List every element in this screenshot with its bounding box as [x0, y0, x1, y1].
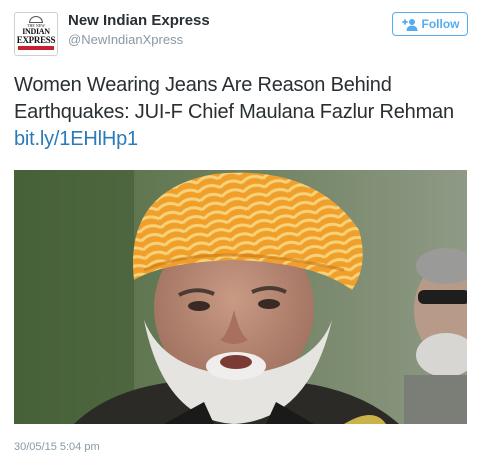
- follow-button-label: Follow: [421, 17, 460, 31]
- tweet-link[interactable]: bit.ly/1EHlHp1: [14, 126, 470, 153]
- avatar-red-bar: [18, 46, 54, 50]
- photo-illustration: [14, 170, 467, 424]
- follow-button[interactable]: Follow: [392, 12, 468, 36]
- tweet-text-block: Women Wearing Jeans Are Reason Behind Ea…: [14, 72, 470, 153]
- add-user-icon: [401, 18, 418, 31]
- avatar-line-3: EXPRESS: [16, 35, 56, 45]
- author-handle[interactable]: @NewIndianXpress: [68, 32, 183, 47]
- tweet-timestamp[interactable]: 30/05/15 5:04 pm: [14, 441, 100, 452]
- author-display-name[interactable]: New Indian Express: [68, 12, 210, 29]
- crest-icon: [29, 16, 43, 23]
- tweet-photo[interactable]: [14, 170, 467, 424]
- tweet-card: THE NEW INDIAN EXPRESS New Indian Expres…: [0, 0, 480, 452]
- avatar[interactable]: THE NEW INDIAN EXPRESS: [14, 12, 58, 56]
- tweet-text: Women Wearing Jeans Are Reason Behind Ea…: [14, 74, 454, 123]
